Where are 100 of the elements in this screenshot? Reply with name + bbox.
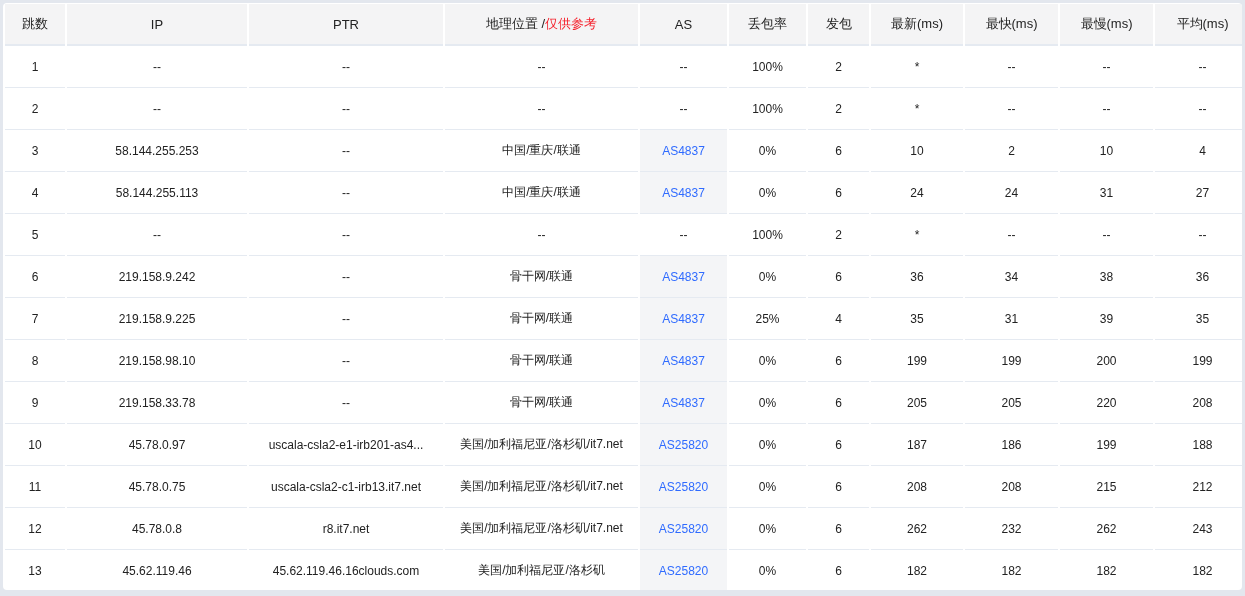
table-cell: 208 [871,466,963,508]
table-cell: 10 [5,424,65,466]
as-link[interactable]: AS25820 [640,508,727,550]
table-cell: 骨干网/联通 [445,256,638,298]
table-cell: -- [445,46,638,88]
table-cell: 182 [1155,550,1242,590]
table-cell: 0% [729,424,806,466]
table-cell: 10 [871,130,963,172]
table-cell: 34 [965,256,1058,298]
table-cell: 0% [729,382,806,424]
table-cell: 7 [5,298,65,340]
table-cell: 5 [5,214,65,256]
table-cell: 58.144.255.253 [67,130,247,172]
table-cell: 6 [808,382,869,424]
table-cell: 1 [5,46,65,88]
table-cell: 8 [5,340,65,382]
table-cell: 2 [808,46,869,88]
table-cell: 39 [1060,298,1153,340]
table-cell: 0% [729,256,806,298]
table-cell: -- [1155,88,1242,130]
table-cell: 199 [871,340,963,382]
table-cell: -- [1155,46,1242,88]
table-cell: 182 [965,550,1058,590]
table-cell: 美国/加利福尼亚/洛杉矶/it7.net [445,508,638,550]
table-cell: -- [249,340,443,382]
table-cell: 0% [729,172,806,214]
table-cell: 6 [5,256,65,298]
table-cell: -- [249,46,443,88]
table-cell: 262 [1060,508,1153,550]
table-cell: 4 [5,172,65,214]
table-cell: 13 [5,550,65,590]
table-cell: 美国/加利福尼亚/洛杉矶/it7.net [445,424,638,466]
table-cell: -- [249,382,443,424]
table-cell: 45.62.119.46 [67,550,247,590]
table-cell: 0% [729,508,806,550]
table-cell: uscala-csla2-c1-irb13.it7.net [249,466,443,508]
table-cell: 35 [1155,298,1242,340]
table-cell: -- [67,46,247,88]
table-cell: 205 [871,382,963,424]
column-header: 最慢(ms) [1060,4,1153,46]
table-cell: 0% [729,130,806,172]
table-cell: -- [965,214,1058,256]
table-cell: -- [249,88,443,130]
column-header: 最新(ms) [871,4,963,46]
table-cell: 45.78.0.97 [67,424,247,466]
as-link[interactable]: AS4837 [640,298,727,340]
table-cell: -- [1060,214,1153,256]
table-cell: -- [249,256,443,298]
table-cell: 4 [808,298,869,340]
table-cell: 187 [871,424,963,466]
table-cell: 262 [871,508,963,550]
table-cell: 美国/加利福尼亚/洛杉矶/it7.net [445,466,638,508]
table-cell: 骨干网/联通 [445,298,638,340]
table-cell: 10 [1060,130,1153,172]
table-cell: 100% [729,214,806,256]
table-cell: 2 [808,88,869,130]
table-cell: -- [1060,88,1153,130]
column-header: 最快(ms) [965,4,1058,46]
table-cell: 45.62.119.46.16clouds.com [249,550,443,590]
table-cell: 243 [1155,508,1242,550]
as-link[interactable]: AS4837 [640,130,727,172]
table-cell: 200 [1060,340,1153,382]
table-cell: 58.144.255.113 [67,172,247,214]
table-cell: -- [445,214,638,256]
table-cell: 199 [1060,424,1153,466]
table-cell: 219.158.33.78 [67,382,247,424]
as-link[interactable]: AS25820 [640,550,727,590]
table-cell: -- [1060,46,1153,88]
table-cell: 205 [965,382,1058,424]
table-cell: 215 [1060,466,1153,508]
table-cell: 4 [1155,130,1242,172]
table-cell: 199 [965,340,1058,382]
as-link[interactable]: AS4837 [640,340,727,382]
as-link[interactable]: AS4837 [640,172,727,214]
table-cell: 6 [808,340,869,382]
table-cell: 6 [808,466,869,508]
table-cell: 188 [1155,424,1242,466]
table-cell: 9 [5,382,65,424]
table-cell: * [871,88,963,130]
table-cell: 45.78.0.75 [67,466,247,508]
table-cell: 11 [5,466,65,508]
column-header: 地理位置 /仅供参考 [445,4,638,46]
table-cell: 35 [871,298,963,340]
table-cell: 25% [729,298,806,340]
table-cell: 27 [1155,172,1242,214]
table-cell: 2 [5,88,65,130]
table-cell: 6 [808,130,869,172]
table-cell: 208 [965,466,1058,508]
as-link[interactable]: AS25820 [640,424,727,466]
table-cell: 骨干网/联通 [445,382,638,424]
table-cell: 3 [5,130,65,172]
table-cell: 6 [808,508,869,550]
as-link[interactable]: AS4837 [640,256,727,298]
as-link[interactable]: AS25820 [640,466,727,508]
table-cell: -- [249,172,443,214]
column-header: 平均(ms) [1155,4,1242,46]
table-cell: 6 [808,550,869,590]
table-cell: 219.158.9.242 [67,256,247,298]
table-cell: -- [965,46,1058,88]
as-link[interactable]: AS4837 [640,382,727,424]
